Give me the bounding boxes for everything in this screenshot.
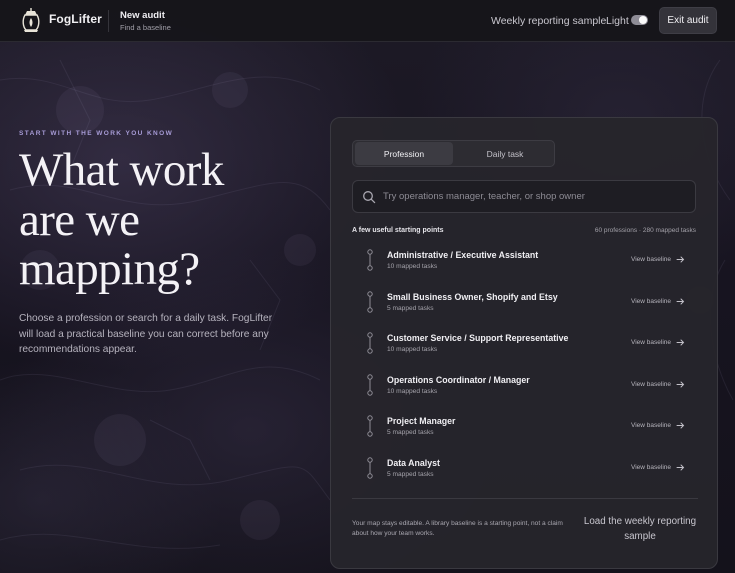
starting-points-heading: A few useful starting points <box>352 227 444 234</box>
list-item[interactable]: Data Analyst 5 mapped tasks View baselin… <box>352 449 698 491</box>
timeline-pin-icon <box>367 249 373 271</box>
arrow-right-icon[interactable] <box>676 380 685 389</box>
profession-list: Administrative / Executive Assistant 10 … <box>352 241 698 491</box>
view-baseline-link[interactable]: View baseline <box>631 464 671 471</box>
view-baseline-link[interactable]: View baseline <box>631 339 671 346</box>
search-icon <box>363 191 376 204</box>
list-item[interactable]: Customer Service / Support Representativ… <box>352 324 698 366</box>
exit-audit-button[interactable]: Exit audit <box>659 7 717 34</box>
profession-title: Customer Service / Support Representativ… <box>387 333 569 344</box>
timeline-pin-icon <box>367 332 373 354</box>
view-baseline-link[interactable]: View baseline <box>631 422 671 429</box>
theme-label: Light <box>606 15 629 27</box>
headline-line: are we <box>19 193 140 246</box>
brand-name[interactable]: FogLifter <box>49 12 102 26</box>
list-item[interactable]: Operations Coordinator / Manager 10 mapp… <box>352 366 698 408</box>
weekly-reporting-sample-link[interactable]: Weekly reporting sample <box>491 15 606 27</box>
arrow-right-icon[interactable] <box>676 338 685 347</box>
task-count: 10 mapped tasks <box>387 346 438 354</box>
hero-description: Choose a profession or search for a dail… <box>19 313 273 356</box>
timeline-pin-icon <box>367 457 373 479</box>
list-item[interactable]: Small Business Owner, Shopify and Etsy 5… <box>352 283 698 325</box>
lantern-logo-icon[interactable] <box>20 7 42 33</box>
hero-headline: What work are we mapping? <box>19 144 319 295</box>
search-box <box>352 180 696 213</box>
profession-title: Project Manager <box>387 416 456 427</box>
baseline-picker-panel: Profession Daily task A few useful start… <box>330 117 718 569</box>
task-count: 10 mapped tasks <box>387 263 438 270</box>
timeline-pin-icon <box>367 290 373 313</box>
view-baseline-link[interactable]: View baseline <box>631 381 671 388</box>
headline-line: What work <box>19 144 224 196</box>
arrow-right-icon[interactable] <box>676 463 685 472</box>
view-baseline-link[interactable]: View baseline <box>631 256 671 263</box>
arrow-right-icon[interactable] <box>676 297 685 306</box>
profession-title: Data Analyst <box>387 457 440 468</box>
tab-profession[interactable]: Profession <box>355 142 453 165</box>
tab-daily-task[interactable]: Daily task <box>456 142 554 165</box>
task-count: 5 mapped tasks <box>387 470 434 478</box>
arrow-right-icon[interactable] <box>676 421 685 430</box>
top-bar: FogLifter New audit Find a baseline Week… <box>0 0 735 42</box>
theme-toggle-knob <box>639 16 647 24</box>
timeline-pin-icon <box>367 415 373 438</box>
theme-toggle[interactable] <box>631 15 648 25</box>
header-divider <box>108 10 109 32</box>
list-item[interactable]: Administrative / Executive Assistant 10 … <box>352 241 698 283</box>
load-weekly-sample-button[interactable]: Load the weekly reporting sample <box>581 515 699 544</box>
search-input[interactable] <box>383 181 688 212</box>
hero-eyebrow: START WITH THE WORK YOU KNOW <box>19 130 174 137</box>
timeline-pin-icon <box>367 374 373 396</box>
task-count: 5 mapped tasks <box>387 429 434 437</box>
profession-title: Operations Coordinator / Manager <box>387 374 530 385</box>
profession-title: Small Business Owner, Shopify and Etsy <box>387 291 558 302</box>
task-count: 10 mapped tasks <box>387 387 438 395</box>
editable-map-note: Your map stays editable. A library basel… <box>352 520 563 538</box>
view-baseline-link[interactable]: View baseline <box>631 298 671 305</box>
task-count: 5 mapped tasks <box>387 304 434 312</box>
panel-divider <box>352 498 698 499</box>
profession-title: Administrative / Executive Assistant <box>387 250 539 260</box>
arrow-right-icon[interactable] <box>676 255 685 264</box>
list-item[interactable]: Project Manager 5 mapped tasks View base… <box>352 407 698 449</box>
mode-tabs: Profession Daily task <box>352 140 555 167</box>
headline-line: mapping? <box>19 243 200 295</box>
audit-subtitle: Find a baseline <box>120 23 171 32</box>
library-count: 60 professions · 280 mapped tasks <box>594 227 696 234</box>
audit-title: New audit <box>120 10 165 21</box>
